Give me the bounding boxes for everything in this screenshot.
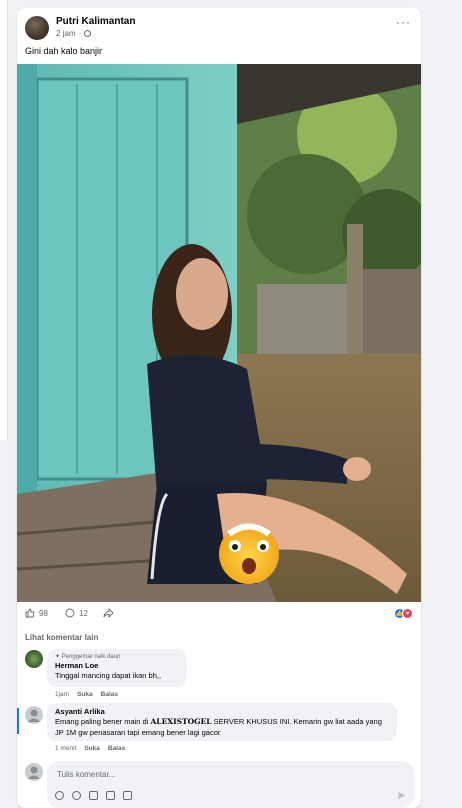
comment-actions: 1 menit Suka Balas: [55, 745, 125, 752]
fan-badge: ✦ Penggemar naik daun: [55, 654, 121, 660]
comment-text: Emang paling bener main di ALEXISTOGEL S…: [55, 716, 389, 738]
comment-icon: [65, 608, 75, 618]
comment-avatar[interactable]: [25, 650, 43, 668]
comment-composer[interactable]: Tulis komentar...: [47, 761, 414, 808]
more-horizontal-icon[interactable]: ···: [396, 16, 411, 28]
post-photo[interactable]: [17, 64, 421, 602]
comment-reply-button[interactable]: Balas: [101, 691, 118, 698]
like-count: 98: [39, 608, 48, 618]
comment-actions: 1jam Suka Balas: [55, 691, 118, 698]
reactions-bar: 98 12 👍 ♥: [17, 605, 421, 623]
post-header: Putri Kalimantan 2 jam · ··· Gini dah ka…: [17, 8, 421, 64]
globe-icon: [84, 30, 92, 37]
dot-separator: ·: [78, 29, 82, 38]
comment-like-button[interactable]: Suka: [77, 691, 93, 698]
author-name[interactable]: Putri Kalimantan: [56, 16, 135, 27]
post-time[interactable]: 2 jam: [56, 29, 76, 38]
post-meta: 2 jam ·: [56, 29, 92, 38]
like-icon: [25, 608, 35, 618]
view-more-comments[interactable]: Lihat komentar lain: [25, 633, 98, 642]
comment-text-part: Emang paling bener main di: [55, 717, 151, 726]
post-caption: Gini dah kalo banjir: [25, 46, 103, 56]
current-user-avatar[interactable]: [25, 763, 43, 781]
avatar-sticker-icon[interactable]: [55, 791, 64, 800]
gif-icon[interactable]: [106, 791, 115, 800]
reaction-icons[interactable]: 👍 ♥: [394, 608, 413, 619]
author-avatar[interactable]: [25, 16, 49, 40]
brand-name: ALEXISTOGEL: [150, 717, 212, 726]
sticker-icon[interactable]: [123, 791, 132, 800]
comment-action[interactable]: 12: [65, 608, 88, 618]
left-sidebar-edge: [0, 0, 8, 440]
emoji-icon[interactable]: [72, 791, 81, 800]
comment-like-button[interactable]: Suka: [84, 745, 100, 752]
comment-reply-button[interactable]: Balas: [108, 745, 125, 752]
send-icon[interactable]: [397, 791, 406, 800]
composer-icons: [55, 791, 132, 800]
comment-author[interactable]: Asyanti Arlika: [55, 707, 389, 716]
share-icon: [103, 608, 114, 618]
post-card: Putri Kalimantan 2 jam · ··· Gini dah ka…: [17, 8, 421, 808]
comment-time: 1 menit: [55, 745, 77, 752]
comment-avatar[interactable]: [25, 706, 43, 724]
comment-text: Tinggal mancing dapat ikan bh,,: [55, 671, 162, 680]
comment-count: 12: [79, 608, 88, 618]
love-reaction-icon: ♥: [402, 608, 413, 619]
comment-time: 1jam: [55, 691, 70, 698]
thread-indicator: [17, 708, 19, 734]
comment-bubble: ✦ Penggemar naik daun Herman Loe Tinggal…: [47, 649, 187, 687]
comment-input[interactable]: Tulis komentar...: [57, 770, 115, 779]
camera-icon[interactable]: [89, 791, 98, 800]
comment-bubble: Asyanti Arlika Emang paling bener main d…: [47, 703, 397, 741]
comment-author[interactable]: Herman Loe: [55, 661, 179, 670]
like-action[interactable]: 98: [25, 608, 48, 618]
share-action[interactable]: [103, 608, 114, 618]
